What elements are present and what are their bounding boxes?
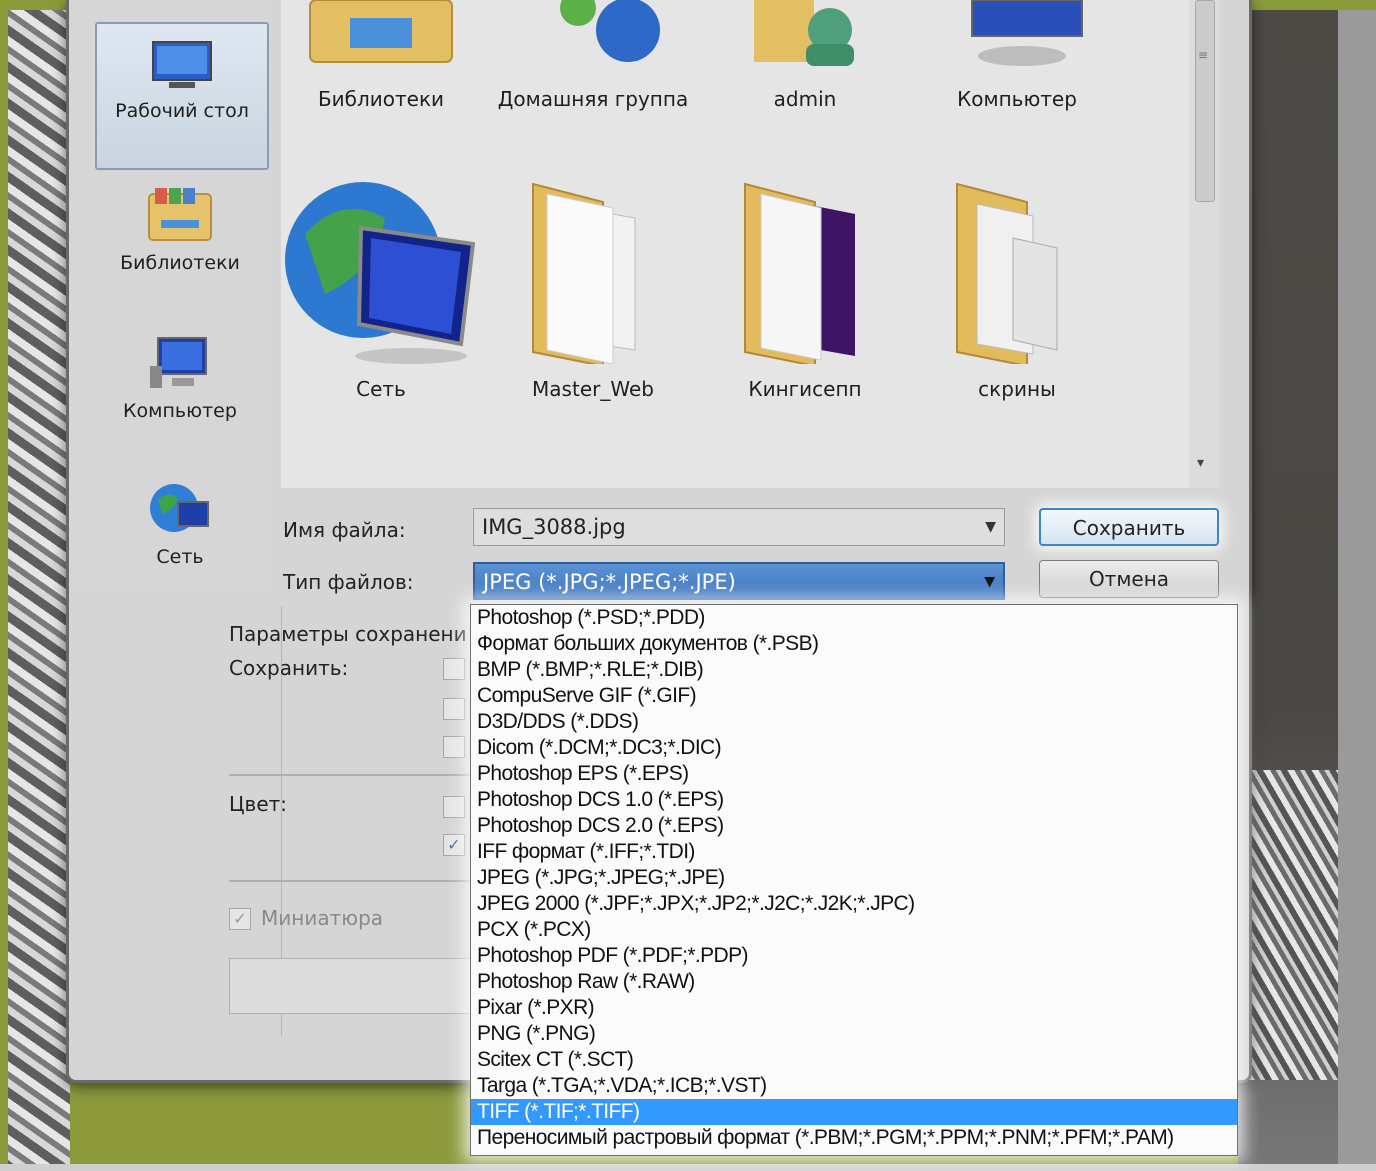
nav-item-label: Сеть bbox=[156, 546, 204, 568]
save-option-checkbox[interactable] bbox=[443, 698, 465, 720]
nav-item-label: Компьютер bbox=[123, 400, 237, 422]
file-item-network[interactable]: Сеть bbox=[281, 174, 481, 401]
desktop-icon bbox=[152, 41, 212, 88]
save-option-checkbox[interactable] bbox=[443, 736, 465, 758]
filetype-dropdown-list: Photoshop (*.PSD;*.PDD) Формат больших д… bbox=[470, 604, 1238, 1156]
save-option-checkbox[interactable] bbox=[443, 658, 465, 680]
snow-texture bbox=[1248, 770, 1338, 1080]
chevron-down-icon[interactable]: ▼ bbox=[985, 509, 996, 545]
filetype-option[interactable]: Photoshop Raw (*.RAW) bbox=[471, 969, 1237, 995]
libraries-icon bbox=[148, 188, 212, 241]
thumbnail-label: Миниатюра bbox=[261, 906, 384, 930]
file-item-label: Домашняя группа bbox=[497, 87, 689, 111]
nav-item-libraries[interactable]: Библиотеки bbox=[95, 186, 265, 274]
filetype-option[interactable]: JPEG (*.JPG;*.JPEG;*.JPE) bbox=[471, 865, 1237, 891]
network-globe-icon bbox=[150, 484, 209, 532]
filetype-option[interactable]: Targa (*.TGA;*.VDA;*.ICB;*.VST) bbox=[471, 1073, 1237, 1099]
file-item-label: скрины bbox=[978, 377, 1056, 401]
nav-item-label: Библиотеки bbox=[120, 252, 240, 274]
color-section-label: Цвет: bbox=[229, 792, 288, 816]
navigation-pane: Рабочий стол Библиотеки Компьютер Сеть bbox=[69, 0, 271, 590]
filename-label: Имя файла: bbox=[283, 518, 406, 542]
computer-icon bbox=[150, 337, 207, 388]
filename-combobox[interactable]: IMG_3088.jpg ▼ bbox=[473, 508, 1005, 546]
filetype-option[interactable]: Формат больших документов (*.PSB) bbox=[471, 631, 1237, 657]
save-button[interactable]: Сохранить bbox=[1039, 508, 1219, 546]
scrollbar-thumb[interactable] bbox=[1195, 0, 1215, 202]
filetype-option[interactable]: JPEG 2000 (*.JPF;*.JPX;*.JP2;*.J2C;*.J2K… bbox=[471, 891, 1237, 917]
file-item-label: Master_Web bbox=[532, 377, 654, 401]
filetype-option[interactable]: D3D/DDS (*.DDS) bbox=[471, 709, 1237, 735]
filetype-label: Тип файлов: bbox=[283, 570, 414, 594]
file-item-master-web[interactable]: Master_Web bbox=[493, 174, 693, 401]
filetype-option[interactable]: Photoshop EPS (*.EPS) bbox=[471, 761, 1237, 787]
filetype-option[interactable]: IFF формат (*.IFF;*.TDI) bbox=[471, 839, 1237, 865]
scroll-down-arrow-icon[interactable]: ▾ bbox=[1197, 455, 1204, 471]
nav-item-network[interactable]: Сеть bbox=[95, 480, 265, 568]
filetype-option[interactable]: Photoshop DCS 1.0 (*.EPS) bbox=[471, 787, 1237, 813]
computer-large-icon bbox=[971, 0, 1083, 66]
file-item-label: Библиотеки bbox=[317, 87, 445, 111]
file-item-screenshots[interactable]: скрины bbox=[917, 174, 1117, 401]
filetype-option[interactable]: Photoshop (*.PSD;*.PDD) bbox=[471, 605, 1237, 631]
filetype-option[interactable]: BMP (*.BMP;*.RLE;*.DIB) bbox=[471, 657, 1237, 683]
folder-icon bbox=[532, 182, 636, 368]
chevron-down-icon[interactable]: ▼ bbox=[984, 564, 995, 600]
file-view-scrollbar[interactable]: ≡ ▾ bbox=[1189, 0, 1219, 488]
file-item-label: Кингисепп bbox=[748, 377, 862, 401]
options-divider bbox=[229, 880, 473, 882]
folder-icon bbox=[744, 182, 855, 368]
thumbnail-checkbox[interactable]: ✓ bbox=[229, 908, 251, 930]
filetype-option[interactable]: CompuServe GIF (*.GIF) bbox=[471, 683, 1237, 709]
filetype-option[interactable]: Scitex CT (*.SCT) bbox=[471, 1047, 1237, 1073]
nav-item-label: Рабочий стол bbox=[115, 100, 249, 122]
background-photo-right bbox=[1238, 10, 1338, 1171]
file-view: Библиотеки Домашняя группа admin Компьют… bbox=[281, 0, 1189, 488]
thumbnail-preview-field bbox=[229, 958, 477, 1014]
filetype-select[interactable]: JPEG (*.JPG;*.JPEG;*.JPE) ▼ bbox=[473, 562, 1005, 600]
homegroup-icon bbox=[560, 0, 660, 62]
user-folder-icon bbox=[754, 0, 854, 66]
nav-item-computer[interactable]: Компьютер bbox=[95, 336, 265, 422]
file-item-label: Компьютер bbox=[957, 87, 1077, 111]
background-photo-left bbox=[8, 10, 70, 1171]
filetype-option[interactable]: Pixar (*.PXR) bbox=[471, 995, 1237, 1021]
filetype-option[interactable]: Переносимый растровый формат (*.PBM;*.PG… bbox=[471, 1125, 1237, 1151]
libraries-folder-icon bbox=[309, 0, 453, 63]
filetype-option[interactable]: PCX (*.PCX) bbox=[471, 917, 1237, 943]
file-item-kingisepp[interactable]: Кингисепп bbox=[705, 174, 905, 401]
bottom-strip bbox=[0, 1164, 1376, 1171]
color-option-checkbox[interactable] bbox=[443, 796, 465, 818]
save-section-label: Сохранить: bbox=[229, 656, 349, 680]
filetype-value: JPEG (*.JPG;*.JPEG;*.JPE) bbox=[483, 570, 736, 594]
filetype-option-highlighted[interactable]: TIFF (*.TIF;*.TIFF) bbox=[471, 1099, 1237, 1125]
network-globe-large-icon bbox=[285, 182, 476, 364]
options-divider bbox=[229, 774, 473, 776]
filetype-option[interactable]: Dicom (*.DCM;*.DC3;*.DIC) bbox=[471, 735, 1237, 761]
file-item-label: Сеть bbox=[356, 377, 406, 401]
cancel-button[interactable]: Отмена bbox=[1039, 560, 1219, 598]
scrollbar-grip-icon: ≡ bbox=[1198, 48, 1209, 62]
background-panel bbox=[1338, 10, 1376, 1171]
save-options-title: Параметры сохранени bbox=[229, 622, 467, 646]
filetype-option[interactable]: Photoshop PDF (*.PDF;*.PDP) bbox=[471, 943, 1237, 969]
folder-icon bbox=[956, 182, 1058, 368]
filetype-option[interactable]: Photoshop DCS 2.0 (*.EPS) bbox=[471, 813, 1237, 839]
file-item-libraries[interactable]: Библиотеки bbox=[281, 0, 481, 111]
filetype-option[interactable]: PNG (*.PNG) bbox=[471, 1021, 1237, 1047]
filename-value: IMG_3088.jpg bbox=[482, 515, 626, 539]
color-option-checkbox-checked[interactable]: ✓ bbox=[443, 834, 465, 856]
file-item-computer[interactable]: Компьютер bbox=[917, 0, 1117, 111]
file-item-admin[interactable]: admin bbox=[705, 0, 905, 111]
file-item-label: admin bbox=[773, 87, 837, 111]
nav-item-desktop[interactable]: Рабочий стол bbox=[95, 22, 269, 170]
file-item-homegroup[interactable]: Домашняя группа bbox=[493, 0, 693, 111]
